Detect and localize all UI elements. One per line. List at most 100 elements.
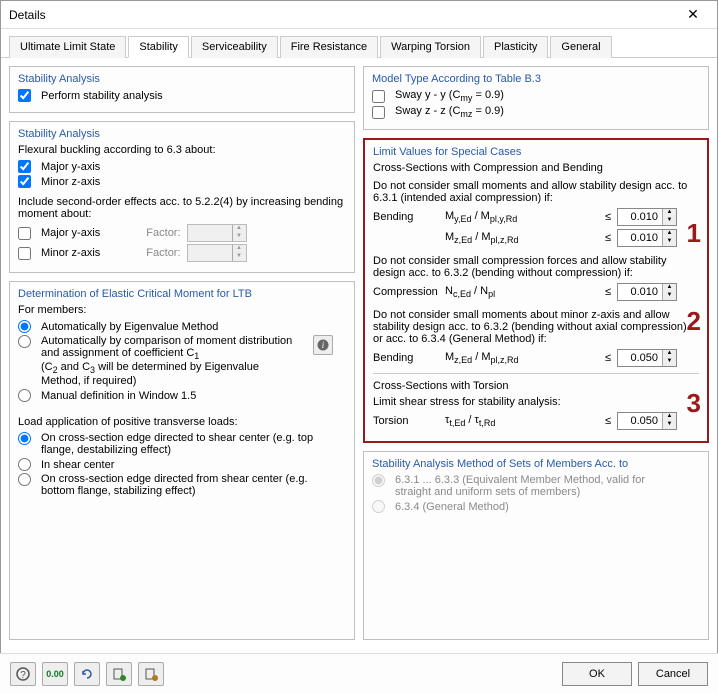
group-stability-analysis-mid: Stability Analysis Flexural buckling acc… — [9, 121, 355, 273]
minor-z2-label: Minor z-axis — [41, 247, 100, 259]
le-symbol: ≤ — [605, 352, 611, 364]
perform-stability-checkbox[interactable] — [18, 89, 31, 102]
spin-down[interactable]: ▼ — [663, 292, 676, 300]
minor-z-label: Minor z-axis — [41, 176, 100, 188]
cross-sections-compression-heading: Cross-Sections with Compression and Bend… — [373, 162, 699, 174]
spin-up[interactable]: ▲ — [663, 209, 676, 217]
load-top-flange-radio[interactable] — [18, 432, 31, 445]
limit-p3: Do not consider small moments about mino… — [373, 309, 699, 345]
group-stability-method: Stability Analysis Method of Sets of Mem… — [363, 451, 709, 640]
default-1-icon[interactable] — [106, 662, 132, 686]
method-631-radio — [372, 474, 385, 487]
close-button[interactable]: ✕ — [677, 4, 709, 26]
group-title: Stability Analysis — [18, 128, 346, 140]
limit-2-spinner[interactable]: ▲▼ — [617, 229, 677, 247]
help-icon[interactable]: ? — [10, 662, 36, 686]
factor-z-spinner: ▲▼ — [187, 244, 247, 262]
le-symbol: ≤ — [605, 232, 611, 244]
ratio-mzed: Mz,Ed / Mpl,z,Rd — [445, 231, 599, 245]
limit-p4: Limit shear stress for stability analysi… — [373, 396, 699, 408]
limit-4-input[interactable] — [618, 350, 662, 366]
flexural-label: Flexural buckling according to 6.3 about… — [18, 144, 346, 156]
spin-up[interactable]: ▲ — [663, 350, 676, 358]
group-stability-analysis-top: Stability Analysis Perform stability ana… — [9, 66, 355, 113]
tab-serviceability[interactable]: Serviceability — [191, 36, 278, 58]
cancel-button[interactable]: Cancel — [638, 662, 708, 686]
minor-z2-checkbox[interactable] — [18, 247, 31, 260]
spin-down[interactable]: ▼ — [663, 217, 676, 225]
method-634-radio — [372, 500, 385, 513]
callout-1: 1 — [687, 218, 701, 249]
left-column: Stability Analysis Perform stability ana… — [9, 66, 355, 640]
limit-3-input[interactable] — [618, 284, 662, 300]
factor-y-spinner: ▲▼ — [187, 224, 247, 242]
tab-ultimate-limit-state[interactable]: Ultimate Limit State — [9, 36, 126, 58]
le-symbol: ≤ — [605, 415, 611, 427]
svg-text:?: ? — [20, 670, 26, 681]
bending-label: Bending — [373, 211, 445, 223]
limit-p2: Do not consider small compression forces… — [373, 255, 699, 279]
spin-up[interactable]: ▲ — [663, 230, 676, 238]
sway-y-checkbox[interactable] — [372, 90, 385, 103]
factor-y-input — [188, 225, 232, 241]
limit-2-input[interactable] — [618, 230, 662, 246]
ratio-myed: My,Ed / Mpl,y,Rd — [445, 210, 599, 224]
load-app-label: Load application of positive transverse … — [18, 416, 346, 428]
ltb-manual-radio[interactable] — [18, 389, 31, 402]
spin-down[interactable]: ▼ — [663, 238, 676, 246]
spin-down[interactable]: ▼ — [663, 358, 676, 366]
ratio-mzed-2: Mz,Ed / Mpl,z,Rd — [445, 351, 599, 365]
major-y2-checkbox[interactable] — [18, 227, 31, 240]
ltb-eigenvalue-radio[interactable] — [18, 320, 31, 333]
load-bottom-flange-radio[interactable] — [18, 473, 31, 486]
sway-y-label: Sway y - y (Cmy = 0.9) — [395, 89, 504, 103]
group-model-type: Model Type According to Table B.3 Sway y… — [363, 66, 709, 130]
default-2-icon[interactable] — [138, 662, 164, 686]
footer: ? 0.00 OK Cancel — [0, 653, 718, 693]
callout-2: 2 — [687, 306, 701, 337]
footer-icons: ? 0.00 — [10, 662, 164, 686]
le-symbol: ≤ — [605, 211, 611, 223]
minor-z-checkbox[interactable] — [18, 175, 31, 188]
load-shear-center-radio[interactable] — [18, 458, 31, 471]
ok-button[interactable]: OK — [562, 662, 632, 686]
tab-fire-resistance[interactable]: Fire Resistance — [280, 36, 378, 58]
limit-1-input[interactable] — [618, 209, 662, 225]
tab-plasticity[interactable]: Plasticity — [483, 36, 548, 58]
major-y-label: Major y-axis — [41, 161, 100, 173]
spin-up[interactable]: ▲ — [663, 284, 676, 292]
load-bottom-flange-label: On cross-section edge directed from shea… — [41, 473, 331, 497]
group-title: Stability Analysis — [18, 73, 346, 85]
spin-down[interactable]: ▼ — [663, 421, 676, 429]
ratio-nced: Nc,Ed / Npl — [445, 285, 599, 299]
sway-z-checkbox[interactable] — [372, 106, 385, 119]
ltb-manual-label: Manual definition in Window 1.5 — [41, 390, 196, 402]
group-title: Stability Analysis Method of Sets of Mem… — [372, 458, 700, 470]
info-button[interactable]: i — [313, 335, 333, 355]
limit-4-spinner[interactable]: ▲▼ — [617, 349, 677, 367]
units-icon[interactable]: 0.00 — [42, 662, 68, 686]
limit-3-spinner[interactable]: ▲▼ — [617, 283, 677, 301]
limit-5-input[interactable] — [618, 413, 662, 429]
content-area: Stability Analysis Perform stability ana… — [1, 58, 717, 648]
method-631-label: 6.3.1 ... 6.3.3 (Equivalent Member Metho… — [395, 474, 675, 498]
tab-stability[interactable]: Stability — [128, 36, 189, 58]
tab-general[interactable]: General — [550, 36, 611, 58]
major-y-checkbox[interactable] — [18, 160, 31, 173]
group-title: Determination of Elastic Critical Moment… — [18, 288, 346, 300]
cross-sections-torsion-heading: Cross-Sections with Torsion — [373, 380, 699, 392]
le-symbol: ≤ — [605, 286, 611, 298]
window-title: Details — [9, 8, 677, 22]
ltb-comparison-radio[interactable] — [18, 335, 31, 348]
factor-label-1: Factor: — [146, 227, 180, 239]
limit-5-spinner[interactable]: ▲▼ — [617, 412, 677, 430]
second-order-label: Include second-order effects acc. to 5.2… — [18, 196, 346, 220]
limit-1-spinner[interactable]: ▲▼ — [617, 208, 677, 226]
for-members-label: For members: — [18, 304, 346, 316]
ratio-tau: τt,Ed / τt,Rd — [445, 414, 599, 428]
spin-up[interactable]: ▲ — [663, 413, 676, 421]
reset-icon[interactable] — [74, 662, 100, 686]
tab-warping-torsion[interactable]: Warping Torsion — [380, 36, 481, 58]
method-634-label: 6.3.4 (General Method) — [395, 501, 509, 513]
callout-3: 3 — [687, 388, 701, 419]
